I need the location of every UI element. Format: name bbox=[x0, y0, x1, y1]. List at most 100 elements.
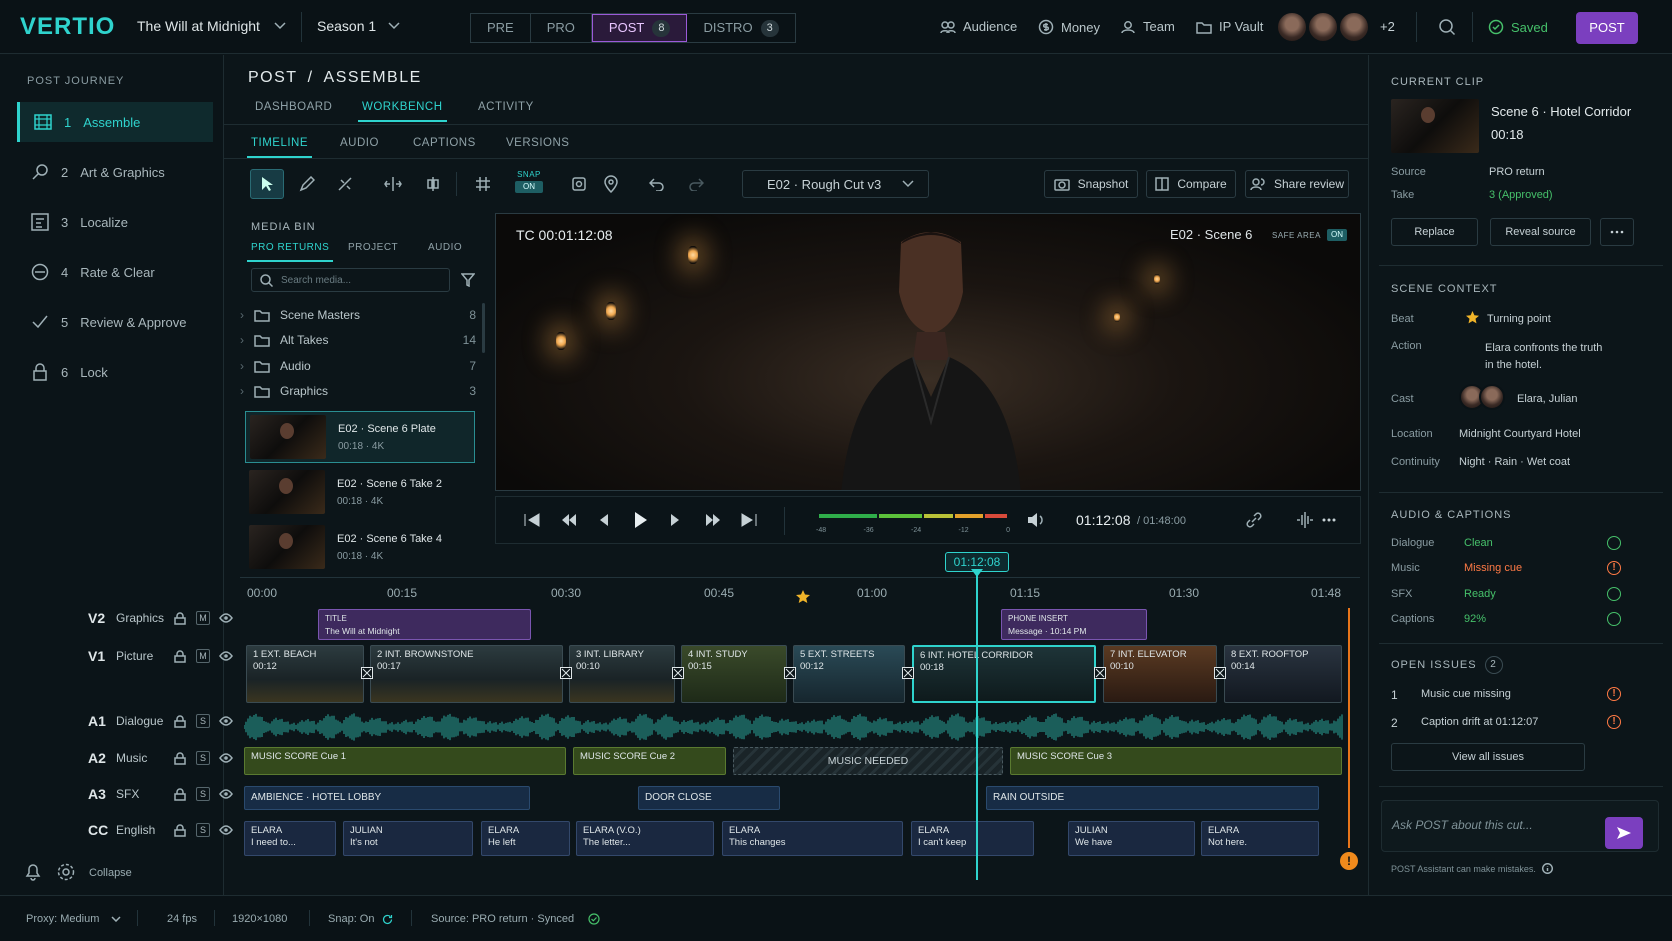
snap-status[interactable]: Snap: On bbox=[328, 913, 393, 925]
transition-icon[interactable] bbox=[902, 667, 914, 679]
undo-button[interactable] bbox=[640, 169, 674, 199]
transition-icon[interactable] bbox=[560, 667, 572, 679]
transition-icon[interactable] bbox=[672, 667, 684, 679]
search-icon[interactable] bbox=[1438, 18, 1456, 36]
search-media-input[interactable]: Search media... bbox=[251, 268, 450, 292]
caption-clip[interactable]: JULIAN It's not bbox=[343, 821, 473, 856]
caption-clip[interactable]: ELARA This changes bbox=[722, 821, 903, 856]
video-clip[interactable]: 5 EXT. STREETS 00:12 bbox=[793, 645, 905, 703]
caption-clip[interactable]: ELARA (V.O.) The letter... bbox=[576, 821, 714, 856]
nav-money[interactable]: Money bbox=[1038, 19, 1100, 35]
version-selector[interactable]: E02 · Rough Cut v3 bbox=[742, 170, 929, 198]
rewind-icon[interactable] bbox=[561, 513, 577, 527]
subtab-audio[interactable]: AUDIO bbox=[340, 137, 379, 149]
volume-icon[interactable] bbox=[1027, 512, 1045, 528]
breadcrumb-post[interactable]: POST bbox=[248, 69, 298, 87]
video-clip-selected[interactable]: 6 INT. HOTEL CORRIDOR 00:18 bbox=[912, 645, 1096, 703]
lock-icon[interactable] bbox=[174, 611, 186, 625]
sidebar-item-review-approve[interactable]: 5 Review & Approve bbox=[17, 302, 213, 342]
more-icon[interactable] bbox=[1322, 518, 1336, 522]
video-clip[interactable]: 8 EXT. ROOFTOP 00:14 bbox=[1224, 645, 1342, 703]
bin-tab-pro-returns[interactable]: PRO RETURNS bbox=[246, 242, 334, 262]
subtab-timeline[interactable]: TIMELINE bbox=[246, 137, 313, 158]
graphics-clip[interactable]: PHONE INSERT Message · 10:14 PM bbox=[1001, 609, 1147, 640]
app-logo[interactable]: VERTIO bbox=[20, 13, 115, 41]
snap-toggle[interactable]: SNAP ON bbox=[515, 170, 543, 193]
cast-avatar[interactable] bbox=[1479, 384, 1505, 410]
caption-clip[interactable]: ELARA I can't keep bbox=[911, 821, 1034, 856]
share-review-button[interactable]: Share review bbox=[1245, 170, 1349, 198]
media-clip[interactable]: E02 · Scene 6 Take 4 00:18 · 4K bbox=[245, 521, 475, 573]
folder-audio[interactable]: › Audio 7 bbox=[240, 353, 476, 379]
sidebar-item-rate-clear[interactable]: 4 Rate & Clear bbox=[17, 252, 213, 292]
video-clip[interactable]: 1 EXT. BEACH 00:12 bbox=[246, 645, 364, 703]
gear-icon[interactable] bbox=[56, 862, 76, 882]
nav-audience[interactable]: Audience bbox=[940, 19, 1017, 34]
razor-tool[interactable] bbox=[328, 169, 362, 199]
bell-icon[interactable] bbox=[24, 862, 42, 882]
skip-start-icon[interactable] bbox=[523, 513, 541, 527]
phase-pre[interactable]: PRE bbox=[471, 14, 531, 42]
lock-icon[interactable] bbox=[174, 823, 186, 837]
send-button[interactable] bbox=[1605, 817, 1643, 849]
more-button[interactable] bbox=[1600, 218, 1634, 246]
music-clip[interactable]: MUSIC SCORE Cue 3 bbox=[1010, 747, 1342, 775]
lock-icon[interactable] bbox=[174, 787, 186, 801]
folder-alt-takes[interactable]: › Alt Takes 14 bbox=[240, 327, 476, 353]
mute-button[interactable]: M bbox=[196, 649, 210, 663]
grid-tool[interactable] bbox=[466, 169, 500, 199]
project-selector[interactable]: The Will at Midnight bbox=[137, 18, 286, 34]
nav-ip-vault[interactable]: IP Vault bbox=[1196, 19, 1263, 34]
redo-button[interactable] bbox=[679, 169, 713, 199]
star-marker-icon[interactable] bbox=[796, 590, 810, 603]
media-clip[interactable]: E02 · Scene 6 Take 2 00:18 · 4K bbox=[245, 466, 475, 518]
sfx-clip[interactable]: RAIN OUTSIDE bbox=[986, 786, 1319, 810]
graphics-clip[interactable]: TITLE The Will at Midnight bbox=[318, 609, 531, 640]
step-back-icon[interactable] bbox=[599, 513, 609, 527]
tab-dashboard[interactable]: DASHBOARD bbox=[255, 101, 332, 113]
solo-button[interactable]: S bbox=[196, 751, 210, 765]
transition-icon[interactable] bbox=[784, 667, 796, 679]
play-icon[interactable] bbox=[634, 511, 648, 529]
bin-tab-project[interactable]: PROJECT bbox=[348, 242, 398, 253]
transition-icon[interactable] bbox=[1094, 667, 1106, 679]
issue-text[interactable]: Caption drift at 01:12:07 bbox=[1421, 716, 1538, 728]
folder-graphics[interactable]: › Graphics 3 bbox=[240, 378, 476, 404]
solo-button[interactable]: S bbox=[196, 714, 210, 728]
marker-tool[interactable] bbox=[562, 169, 596, 199]
location-tool[interactable] bbox=[594, 169, 628, 199]
mute-button[interactable]: M bbox=[196, 611, 210, 625]
eye-icon[interactable] bbox=[219, 613, 233, 623]
avatar[interactable] bbox=[1338, 11, 1370, 43]
music-clip[interactable]: MUSIC SCORE Cue 1 bbox=[244, 747, 566, 775]
lock-icon[interactable] bbox=[174, 714, 186, 728]
reveal-source-button[interactable]: Reveal source bbox=[1490, 218, 1591, 246]
folder-scene-masters[interactable]: › Scene Masters 8 bbox=[240, 302, 476, 328]
avatar[interactable] bbox=[1276, 11, 1308, 43]
avatar[interactable] bbox=[1307, 11, 1339, 43]
sidebar-item-art-graphics[interactable]: 2 Art & Graphics bbox=[17, 152, 213, 192]
bin-scrollbar[interactable] bbox=[482, 303, 485, 353]
eye-icon[interactable] bbox=[219, 825, 233, 835]
sidebar-item-lock[interactable]: 6 Lock bbox=[17, 352, 213, 392]
lock-icon[interactable] bbox=[174, 649, 186, 663]
caption-clip[interactable]: ELARA He left bbox=[481, 821, 570, 856]
video-clip[interactable]: 4 INT. STUDY 00:15 bbox=[681, 645, 787, 703]
solo-button[interactable]: S bbox=[196, 823, 210, 837]
phase-post[interactable]: POST 8 bbox=[591, 14, 688, 42]
eye-icon[interactable] bbox=[219, 753, 233, 763]
select-tool[interactable] bbox=[250, 169, 284, 199]
subtab-captions[interactable]: CAPTIONS bbox=[413, 137, 476, 149]
eye-icon[interactable] bbox=[219, 789, 233, 799]
bin-tab-audio[interactable]: AUDIO bbox=[428, 242, 462, 253]
season-selector[interactable]: Season 1 bbox=[317, 18, 400, 34]
tab-workbench[interactable]: WORKBENCH bbox=[358, 101, 447, 122]
sidebar-item-assemble[interactable]: 1 Assemble bbox=[17, 102, 213, 142]
snapshot-button[interactable]: Snapshot bbox=[1044, 170, 1138, 198]
caption-clip[interactable]: ELARA I need to... bbox=[244, 821, 336, 856]
step-forward-icon[interactable] bbox=[670, 513, 680, 527]
replace-button[interactable]: Replace bbox=[1391, 218, 1478, 246]
eye-icon[interactable] bbox=[219, 651, 233, 661]
fast-forward-icon[interactable] bbox=[705, 513, 721, 527]
skip-end-icon[interactable] bbox=[740, 513, 758, 527]
